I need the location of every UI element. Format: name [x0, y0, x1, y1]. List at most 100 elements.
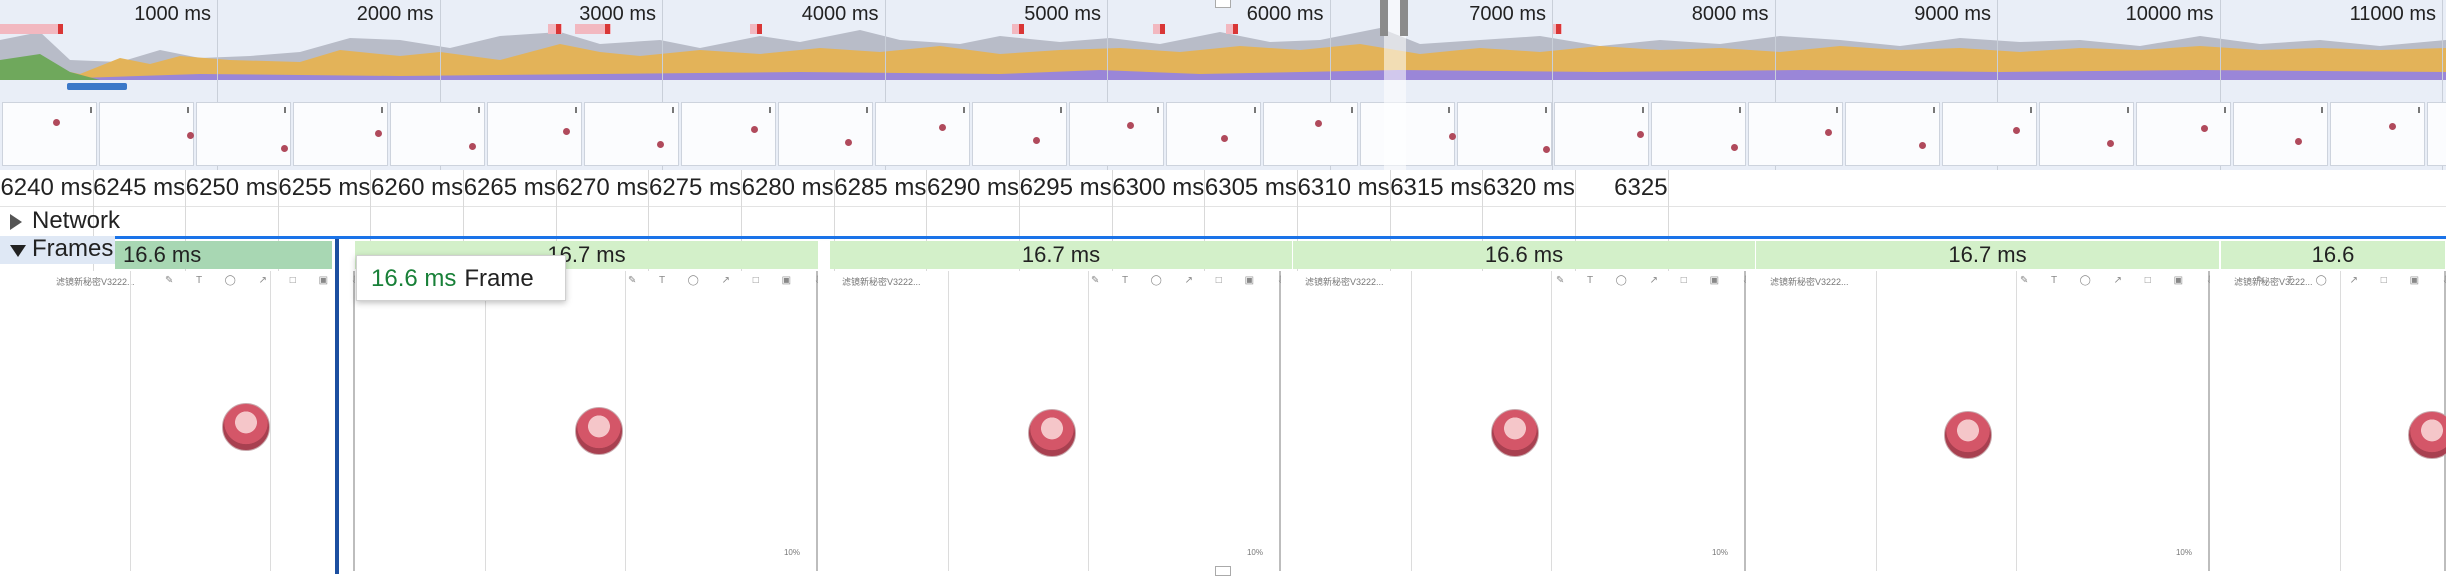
overview-time-label: 1000 ms	[134, 3, 211, 25]
filmstrip-thumbnail	[1554, 102, 1649, 166]
thumbnail-marker	[769, 107, 771, 113]
filmstrip-thumbnail	[1166, 102, 1261, 166]
avatar-thumbnail-dot	[1033, 137, 1040, 144]
thumbnail-marker	[1642, 107, 1644, 113]
thumbnail-marker	[866, 107, 868, 113]
thumbnail-marker	[1739, 107, 1741, 113]
overview-time-label: 4000 ms	[801, 3, 879, 25]
screenshot-panel-divider	[2340, 271, 2341, 571]
avatar-thumbnail-dot	[657, 141, 664, 148]
screenshot-panel-divider	[625, 271, 626, 571]
avatar-thumbnail-dot	[1221, 135, 1228, 142]
frames-track-label: Frames	[32, 235, 114, 262]
screenshot-panel-divider	[1411, 271, 1412, 571]
ruler-time-label: 6275 ms	[648, 174, 742, 201]
overview-time-label: 8000 ms	[1691, 3, 1769, 25]
expand-arrow-icon[interactable]	[10, 214, 22, 230]
selected-frame-marker	[335, 239, 339, 574]
thumbnail-marker	[963, 107, 965, 113]
ruler-time-label: 6295 ms	[1019, 174, 1112, 201]
thumbnail-marker	[284, 107, 286, 113]
thumbnail-marker	[90, 107, 92, 113]
ruler-time-label: 6245 ms	[93, 174, 186, 201]
collapse-arrow-icon[interactable]	[10, 245, 26, 257]
frame-screenshot: 滤镜新秘密V3222...✎ T ◯ ↗ □ ▣ ⇩10%	[355, 271, 822, 571]
network-request-bar	[67, 83, 127, 90]
thumbnail-marker	[478, 107, 480, 113]
thumbnail-marker	[1836, 107, 1838, 113]
avatar-thumbnail-dot	[2201, 125, 2208, 132]
screenshot-window-title: 滤镜新秘密V3222...	[842, 277, 921, 287]
thumbnail-marker	[2224, 107, 2226, 113]
overview-time-label: 10000 ms	[2125, 3, 2214, 25]
filmstrip-thumbnail	[681, 102, 776, 166]
filmstrip-thumbnail	[487, 102, 582, 166]
screenshot-zoom-label: 10%	[2175, 548, 2192, 557]
screenshot-panel-divider	[2016, 271, 2017, 571]
thumbnail-marker	[187, 107, 189, 113]
bottom-scroll-handle[interactable]	[1215, 566, 1231, 576]
network-track-label: Network	[32, 207, 121, 234]
thumbnail-marker	[1060, 107, 1062, 113]
frame-bar[interactable]: 16.7 ms	[1756, 241, 2220, 269]
avatar-thumbnail-dot	[375, 130, 382, 137]
avatar-thumbnail-dot	[1543, 146, 1550, 153]
frame-bar[interactable]: 16.6 ms	[1293, 241, 1756, 269]
frames-track-header[interactable]: Frames	[0, 236, 115, 264]
screenshot-zoom-label: 10%	[1246, 548, 1263, 557]
screenshot-panel-divider	[270, 271, 271, 571]
overview-top-handle[interactable]	[1215, 0, 1231, 8]
avatar-thumbnail-dot	[1637, 131, 1644, 138]
frame-duration-label: 16.6	[2311, 242, 2355, 267]
filmstrip-thumbnail	[1457, 102, 1552, 166]
avatar-thumbnail-dot	[469, 143, 476, 150]
ruler-time-label: 6290 ms	[926, 174, 1019, 201]
frame-duration-label: 16.7 ms	[1948, 242, 2027, 267]
time-ruler: 6240 ms 6245 ms 6250 ms 6255 ms 6260 ms 6265 …	[0, 170, 2446, 207]
avatar-thumbnail-dot	[751, 126, 758, 133]
screenshot-panel-divider	[1876, 271, 1877, 571]
ruler-time-label: 6280 ms	[741, 174, 834, 201]
overview-time-label: 6000 ms	[1246, 3, 1324, 25]
thumbnail-marker	[672, 107, 674, 113]
tooltip-label: Frame	[464, 265, 534, 292]
overview-time-label: 2000 ms	[356, 3, 434, 25]
thumbnail-marker	[381, 107, 383, 113]
screenshot-window-title: 滤镜新秘密V3222...	[1305, 277, 1384, 287]
avatar-image	[1944, 411, 1992, 459]
tooltip-duration: 16.6 ms	[371, 265, 457, 292]
ruler-time-label: 6270 ms	[556, 174, 649, 201]
avatar-image	[1491, 409, 1539, 457]
thumbnail-marker	[2418, 107, 2420, 113]
ruler-time-label: 6240 ms	[0, 174, 93, 201]
selection-left-handle[interactable]	[1380, 0, 1388, 36]
avatar-thumbnail-dot	[939, 124, 946, 131]
filmstrip-thumbnail	[2233, 102, 2328, 166]
ruler-time-label: 6315 ms	[1390, 174, 1483, 201]
overview-time-label: 7000 ms	[1469, 3, 1546, 25]
avatar-image	[222, 403, 270, 451]
selection-right-handle[interactable]	[1400, 0, 1408, 36]
overview-time-label: 11000 ms	[2349, 3, 2436, 25]
filmstrip-thumbnail	[390, 102, 485, 166]
frame-bar[interactable]: 16.6	[2221, 241, 2446, 269]
avatar-thumbnail-dot	[845, 139, 852, 146]
filmstrip-thumbnail	[584, 102, 679, 166]
filmstrip-thumbnail	[1069, 102, 1164, 166]
ruler-time-label: 6320 ms	[1482, 174, 1575, 201]
network-track-header[interactable]: Network	[0, 206, 2446, 236]
frame-screenshot: 滤镜新秘密V3222...✎ T ◯ ↗ □ ▣ ⇩10%	[1281, 271, 1750, 571]
filmstrip-thumbnail	[1845, 102, 1940, 166]
screenshot-panel-divider	[130, 271, 131, 571]
frame-bar[interactable]: 16.7 ms	[830, 241, 1293, 269]
filmstrip-thumbnail	[1942, 102, 2037, 166]
frame-duration-label: 16.6 ms	[1484, 242, 1564, 267]
thumbnail-marker	[1351, 107, 1353, 113]
frame-duration-label: 16.6 ms	[123, 242, 202, 267]
ruler-time-label: 6255 ms	[278, 174, 371, 201]
frame-bar-selected[interactable]: 16.6 ms	[115, 241, 333, 269]
overview-time-label: 3000 ms	[579, 3, 656, 25]
filmstrip-thumbnail	[972, 102, 1067, 166]
ruler-time-label: 6250 ms	[185, 174, 278, 201]
timeline-overview[interactable]: 1000 ms 2000 ms 3000 ms 4000 ms 5000 ms 6000 …	[0, 0, 2446, 170]
